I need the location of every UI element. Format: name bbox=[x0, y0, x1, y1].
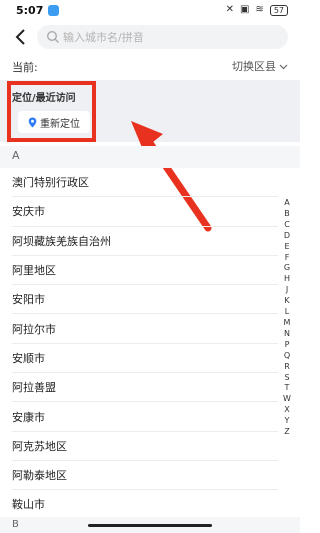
status-icons: ✕ ▣ ≋ 57 bbox=[226, 4, 288, 16]
city-item[interactable]: 鞍山市 bbox=[12, 490, 278, 520]
home-indicator[interactable] bbox=[88, 524, 212, 527]
city-item[interactable]: 安顺市 bbox=[12, 344, 278, 374]
section-letter: B bbox=[12, 519, 19, 530]
status-time: 5:07 bbox=[16, 4, 44, 17]
switch-district-button[interactable]: 切换区县 bbox=[232, 58, 288, 74]
index-letter[interactable]: R bbox=[281, 362, 293, 373]
city-item[interactable]: 阿里地区 bbox=[12, 256, 278, 286]
switch-district-label: 切换区县 bbox=[232, 60, 276, 73]
current-location-row: 当前: 切换区县 bbox=[0, 54, 300, 78]
index-letter[interactable]: S bbox=[281, 373, 293, 384]
location-pin-icon bbox=[28, 117, 37, 127]
search-box[interactable] bbox=[37, 25, 288, 49]
city-item[interactable]: 阿勒泰地区 bbox=[12, 461, 278, 491]
relocate-button[interactable]: 重新定位 bbox=[18, 111, 90, 133]
city-list: 澳门特别行政区 安庆市 阿坝藏族羌族自治州 阿里地区 安阳市 阿拉尔市 安顺市 … bbox=[0, 168, 278, 520]
index-letter[interactable]: Y bbox=[281, 416, 293, 427]
city-item[interactable]: 阿克苏地区 bbox=[12, 432, 278, 461]
index-letter[interactable]: J bbox=[281, 285, 293, 296]
index-letter[interactable]: B bbox=[281, 209, 293, 220]
index-letter[interactable]: C bbox=[281, 220, 293, 231]
index-letter[interactable]: W bbox=[281, 394, 293, 405]
app-notification-icon bbox=[48, 5, 59, 16]
search-header bbox=[0, 22, 300, 54]
index-letter[interactable]: X bbox=[281, 405, 293, 416]
city-item[interactable]: 安阳市 bbox=[12, 285, 278, 315]
index-letter[interactable]: Z bbox=[281, 427, 293, 438]
city-item[interactable]: 安庆市 bbox=[12, 197, 278, 227]
city-item[interactable]: 澳门特别行政区 bbox=[12, 168, 278, 198]
wifi-icon: ≋ bbox=[255, 4, 264, 15]
sim-icon: ▣ bbox=[239, 4, 250, 15]
index-letter[interactable]: E bbox=[281, 242, 293, 253]
mute-icon: ✕ bbox=[225, 4, 234, 15]
index-letter[interactable]: D bbox=[281, 231, 293, 242]
index-letter[interactable]: G bbox=[281, 263, 293, 274]
alphabet-index[interactable]: A B C D E F G H J K L M N P Q R S T W X … bbox=[281, 198, 293, 438]
section-letter: A bbox=[12, 149, 20, 162]
index-letter[interactable]: A bbox=[281, 198, 293, 209]
index-letter[interactable]: T bbox=[281, 383, 293, 394]
index-letter[interactable]: F bbox=[281, 253, 293, 264]
status-bar: 5:07 ✕ ▣ ≋ 57 bbox=[0, 0, 300, 22]
index-letter[interactable]: P bbox=[281, 340, 293, 351]
city-item[interactable]: 阿拉善盟 bbox=[12, 373, 278, 403]
city-item[interactable]: 安康市 bbox=[12, 402, 278, 432]
battery-icon: 57 bbox=[269, 4, 288, 16]
index-letter[interactable]: K bbox=[281, 296, 293, 307]
chevron-down-icon bbox=[279, 64, 288, 69]
index-letter[interactable]: L bbox=[281, 307, 293, 318]
city-item[interactable]: 阿拉尔市 bbox=[12, 314, 278, 344]
index-letter[interactable]: N bbox=[281, 329, 293, 340]
index-letter[interactable]: Q bbox=[281, 351, 293, 362]
recent-section: 定位/最近访问 重新定位 bbox=[0, 80, 300, 142]
relocate-label: 重新定位 bbox=[40, 118, 80, 130]
current-label: 当前: bbox=[12, 61, 38, 74]
recent-title: 定位/最近访问 bbox=[12, 93, 76, 104]
city-item[interactable]: 阿坝藏族羌族自治州 bbox=[12, 227, 278, 256]
index-letter[interactable]: H bbox=[281, 274, 293, 285]
back-arrow-icon[interactable] bbox=[10, 26, 32, 48]
search-icon bbox=[46, 30, 59, 43]
index-letter[interactable]: M bbox=[281, 318, 293, 329]
section-header-a: A bbox=[0, 146, 300, 168]
search-input[interactable] bbox=[63, 25, 283, 49]
